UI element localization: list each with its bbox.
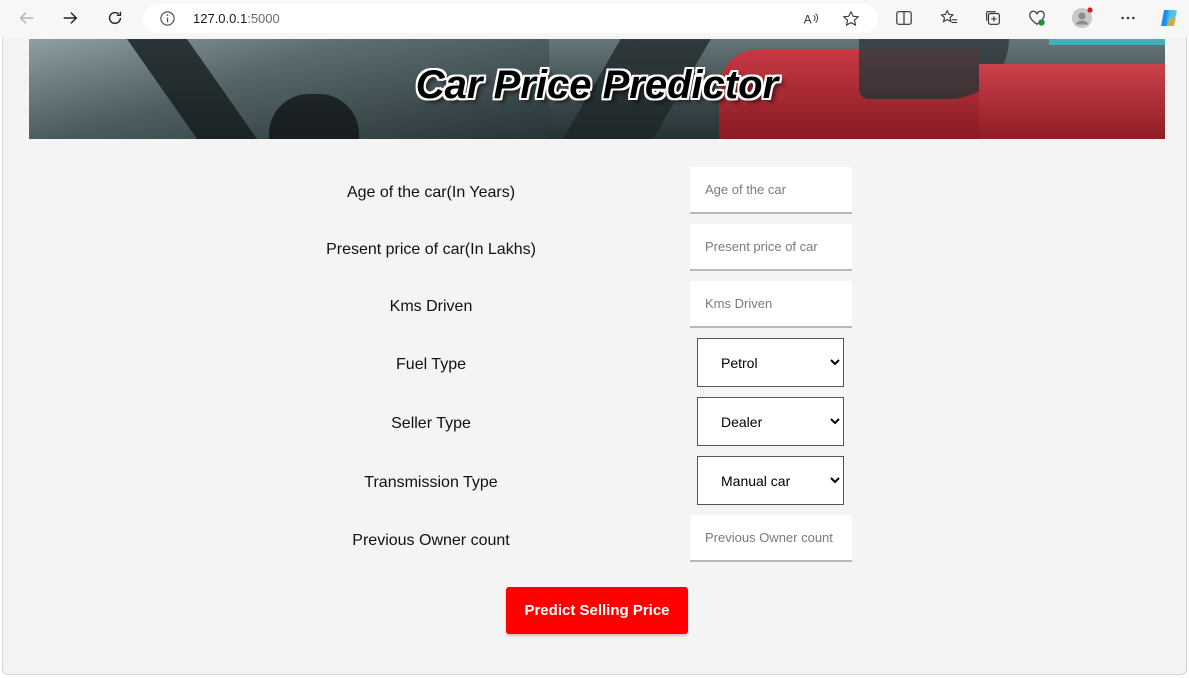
header-banner: Car Price Predictor <box>29 39 1165 139</box>
more-options-icon[interactable] <box>1117 7 1139 29</box>
age-input[interactable] <box>690 167 852 214</box>
svg-text:A: A <box>804 14 812 27</box>
favorites-icon[interactable] <box>938 7 960 29</box>
transmission-type-select[interactable]: Manual car <box>697 456 844 505</box>
kms-driven-label: Kms Driven <box>389 298 473 315</box>
age-label: Age of the car(In Years) <box>346 184 516 201</box>
present-price-input[interactable] <box>690 224 852 271</box>
page-viewport: Car Price Predictor Age of the car(In Ye… <box>2 37 1187 675</box>
collections-icon[interactable] <box>982 7 1004 29</box>
transmission-type-label: Transmission Type <box>364 474 498 491</box>
predict-button[interactable]: Predict Selling Price <box>506 587 688 634</box>
seller-type-label: Seller Type <box>391 415 471 432</box>
read-aloud-icon[interactable]: A <box>801 9 821 29</box>
url-host: 127.0.0.1 <box>193 11 248 26</box>
info-icon[interactable] <box>159 10 176 27</box>
page-title: Car Price Predictor <box>415 63 779 107</box>
fuel-type-label: Fuel Type <box>396 356 466 373</box>
browser-toolbar: 127.0.0.1:5000 A <box>0 0 1189 37</box>
split-screen-icon[interactable] <box>893 7 915 29</box>
favorite-star-icon[interactable] <box>841 9 861 29</box>
refresh-icon[interactable] <box>101 5 129 31</box>
forward-arrow-icon[interactable] <box>56 5 84 31</box>
kms-driven-input[interactable] <box>690 281 852 328</box>
seller-type-select[interactable]: Dealer <box>697 397 844 446</box>
address-bar[interactable]: 127.0.0.1:5000 A <box>143 4 878 33</box>
present-price-label: Present price of car(In Lakhs) <box>326 241 536 258</box>
copilot-icon[interactable] <box>1158 7 1180 29</box>
url-port: :5000 <box>247 11 280 26</box>
owner-count-input[interactable] <box>690 515 852 562</box>
fuel-type-select[interactable]: Petrol <box>697 338 844 387</box>
owner-count-label: Previous Owner count <box>352 532 510 549</box>
back-arrow-icon[interactable] <box>13 5 41 31</box>
profile-avatar-icon[interactable] <box>1071 7 1093 29</box>
browser-essentials-icon[interactable] <box>1026 7 1048 29</box>
url-text[interactable]: 127.0.0.1:5000 <box>193 11 280 26</box>
